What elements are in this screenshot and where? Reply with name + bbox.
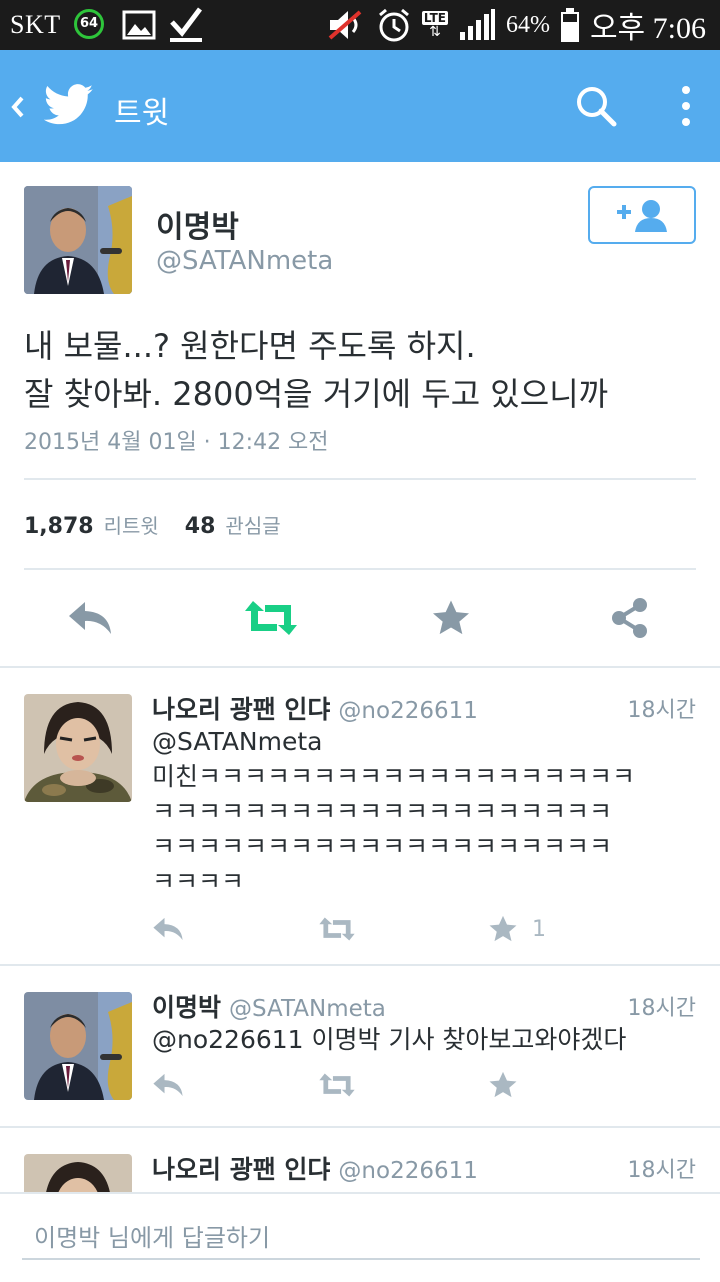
reply-timestamp: 18시간 xyxy=(627,1158,696,1183)
add-user-icon xyxy=(617,200,667,232)
reply-favorite-button[interactable] xyxy=(488,1070,518,1100)
reply-mention[interactable]: @SATANmeta xyxy=(152,724,700,759)
author-name[interactable]: 이명박 xyxy=(156,202,239,246)
search-icon[interactable] xyxy=(574,84,618,128)
divider xyxy=(0,666,720,668)
overflow-menu-icon[interactable] xyxy=(678,84,694,128)
lte-indicator: LTE ⇅ xyxy=(421,11,448,40)
data-badge-icon: 64 xyxy=(74,9,104,39)
tweet-stats: 1,878 리트윗 48 관심글 xyxy=(24,510,307,539)
battery-icon xyxy=(560,8,579,42)
author-avatar[interactable] xyxy=(24,186,132,294)
gallery-icon xyxy=(122,10,156,40)
divider xyxy=(24,568,696,570)
back-icon[interactable] xyxy=(8,92,28,122)
reply-favorite-button[interactable]: 1 xyxy=(488,914,546,944)
retweet-label[interactable]: 리트윗 xyxy=(104,510,159,539)
carrier-label: SKT xyxy=(10,10,61,39)
battery-percent: 64% xyxy=(505,11,550,38)
reply-text-line: ㅋㅋㅋㅋ xyxy=(152,867,245,896)
retweet-icon xyxy=(319,917,355,941)
avatar-portrait-man xyxy=(24,186,132,294)
share-button[interactable] xyxy=(608,596,652,640)
reply-favorite-count: 1 xyxy=(532,916,546,942)
reply-author[interactable]: 이명박 @SATANmeta xyxy=(152,988,386,1024)
reply-text-line: ㅋㅋㅋㅋㅋㅋㅋㅋㅋㅋㅋㅋㅋㅋㅋㅋㅋㅋㅋㅋ xyxy=(152,832,613,861)
reply-retweet-button[interactable] xyxy=(318,1072,356,1098)
mute-icon xyxy=(328,10,362,40)
reply-reply-button[interactable] xyxy=(152,1072,184,1098)
reply-timestamp: 18시간 xyxy=(627,996,696,1021)
lte-label: LTE xyxy=(421,11,448,25)
page-title: 트윗 xyxy=(114,96,170,131)
reply-reply-button[interactable] xyxy=(152,916,184,942)
reply-author-name: 나오리 광팬 인댜 xyxy=(152,1155,331,1184)
reply-author-handle: @no226611 xyxy=(338,1158,478,1184)
reply-avatar[interactable] xyxy=(24,1154,132,1192)
tweet-text-line: 내 보물...? 원한다면 주도록 하지. xyxy=(24,327,476,365)
reply-author[interactable]: 나오리 광팬 인댜 @no226611 xyxy=(152,690,478,726)
divider xyxy=(0,964,720,966)
data-arrows-icon: ⇅ xyxy=(429,24,441,40)
reply-author-handle: @no226611 xyxy=(338,698,478,724)
reply-avatar[interactable] xyxy=(24,694,132,802)
retweet-count[interactable]: 1,878 xyxy=(24,514,94,539)
signal-icon xyxy=(459,9,495,40)
avatar-portrait-man xyxy=(24,992,132,1100)
divider xyxy=(0,1126,720,1128)
reply-text-line: ㅋㅋㅋㅋㅋㅋㅋㅋㅋㅋㅋㅋㅋㅋㅋㅋㅋㅋㅋㅋ xyxy=(152,797,613,826)
reply-avatar[interactable] xyxy=(24,992,132,1100)
reply-input[interactable] xyxy=(22,1218,700,1260)
star-icon xyxy=(489,915,517,942)
avatar-portrait-woman xyxy=(24,1154,132,1192)
reply-text: @no226611 이명박 기사 찾아보고와야겠다 xyxy=(152,1025,627,1054)
reply-author[interactable]: 나오리 광팬 인댜 @no226611 xyxy=(152,1150,478,1186)
retweet-icon xyxy=(245,601,297,635)
retweet-icon xyxy=(319,1073,355,1097)
reply-composer xyxy=(0,1192,720,1282)
divider xyxy=(24,478,696,480)
reply-retweet-button[interactable] xyxy=(318,916,356,942)
reply-author-handle: @SATANmeta xyxy=(229,996,386,1022)
tweet-text: 내 보물...? 원한다면 주도록 하지. 잘 찾아봐. 2800억을 거기에 … xyxy=(24,322,704,418)
twitter-bird-icon xyxy=(44,84,94,125)
star-icon xyxy=(489,1071,517,1098)
status-bar: SKT 64 LTE ⇅ 64% 오후 7:06 xyxy=(0,0,720,50)
reply-icon xyxy=(153,917,183,941)
favorite-button[interactable] xyxy=(428,596,474,640)
star-icon xyxy=(433,600,469,635)
retweet-button[interactable] xyxy=(240,596,302,640)
follow-button[interactable] xyxy=(588,186,696,244)
app-bar: 트윗 xyxy=(0,50,720,162)
reply-text-line: 미친ㅋㅋㅋㅋㅋㅋㅋㅋㅋㅋㅋㅋㅋㅋㅋㅋㅋㅋㅋ xyxy=(152,762,636,791)
favorite-count[interactable]: 48 xyxy=(185,514,216,539)
share-icon xyxy=(612,598,647,638)
favorite-label[interactable]: 관심글 xyxy=(225,510,280,539)
checkmark-download-icon xyxy=(170,7,202,42)
reply-timestamp: 18시간 xyxy=(627,698,696,723)
tweet-text-line: 잘 찾아봐. 2800억을 거기에 두고 있으니까 xyxy=(24,375,609,413)
reply-button[interactable] xyxy=(60,596,120,640)
reply-author-name: 나오리 광팬 인댜 xyxy=(152,695,331,724)
reply-text: @SATANmeta 미친ㅋㅋㅋㅋㅋㅋㅋㅋㅋㅋㅋㅋㅋㅋㅋㅋㅋㅋㅋ ㅋㅋㅋㅋㅋㅋㅋ… xyxy=(152,724,700,899)
clock: 오후 7:06 xyxy=(589,12,706,45)
author-handle[interactable]: @SATANmeta xyxy=(156,246,333,276)
reply-icon xyxy=(69,602,111,634)
avatar-portrait-woman xyxy=(24,694,132,802)
reply-author-name: 이명박 xyxy=(152,993,222,1022)
reply-icon xyxy=(153,1073,183,1097)
tweet-timestamp: 2015년 4월 01일 · 12:42 오전 xyxy=(24,430,329,455)
alarm-icon xyxy=(378,8,409,42)
